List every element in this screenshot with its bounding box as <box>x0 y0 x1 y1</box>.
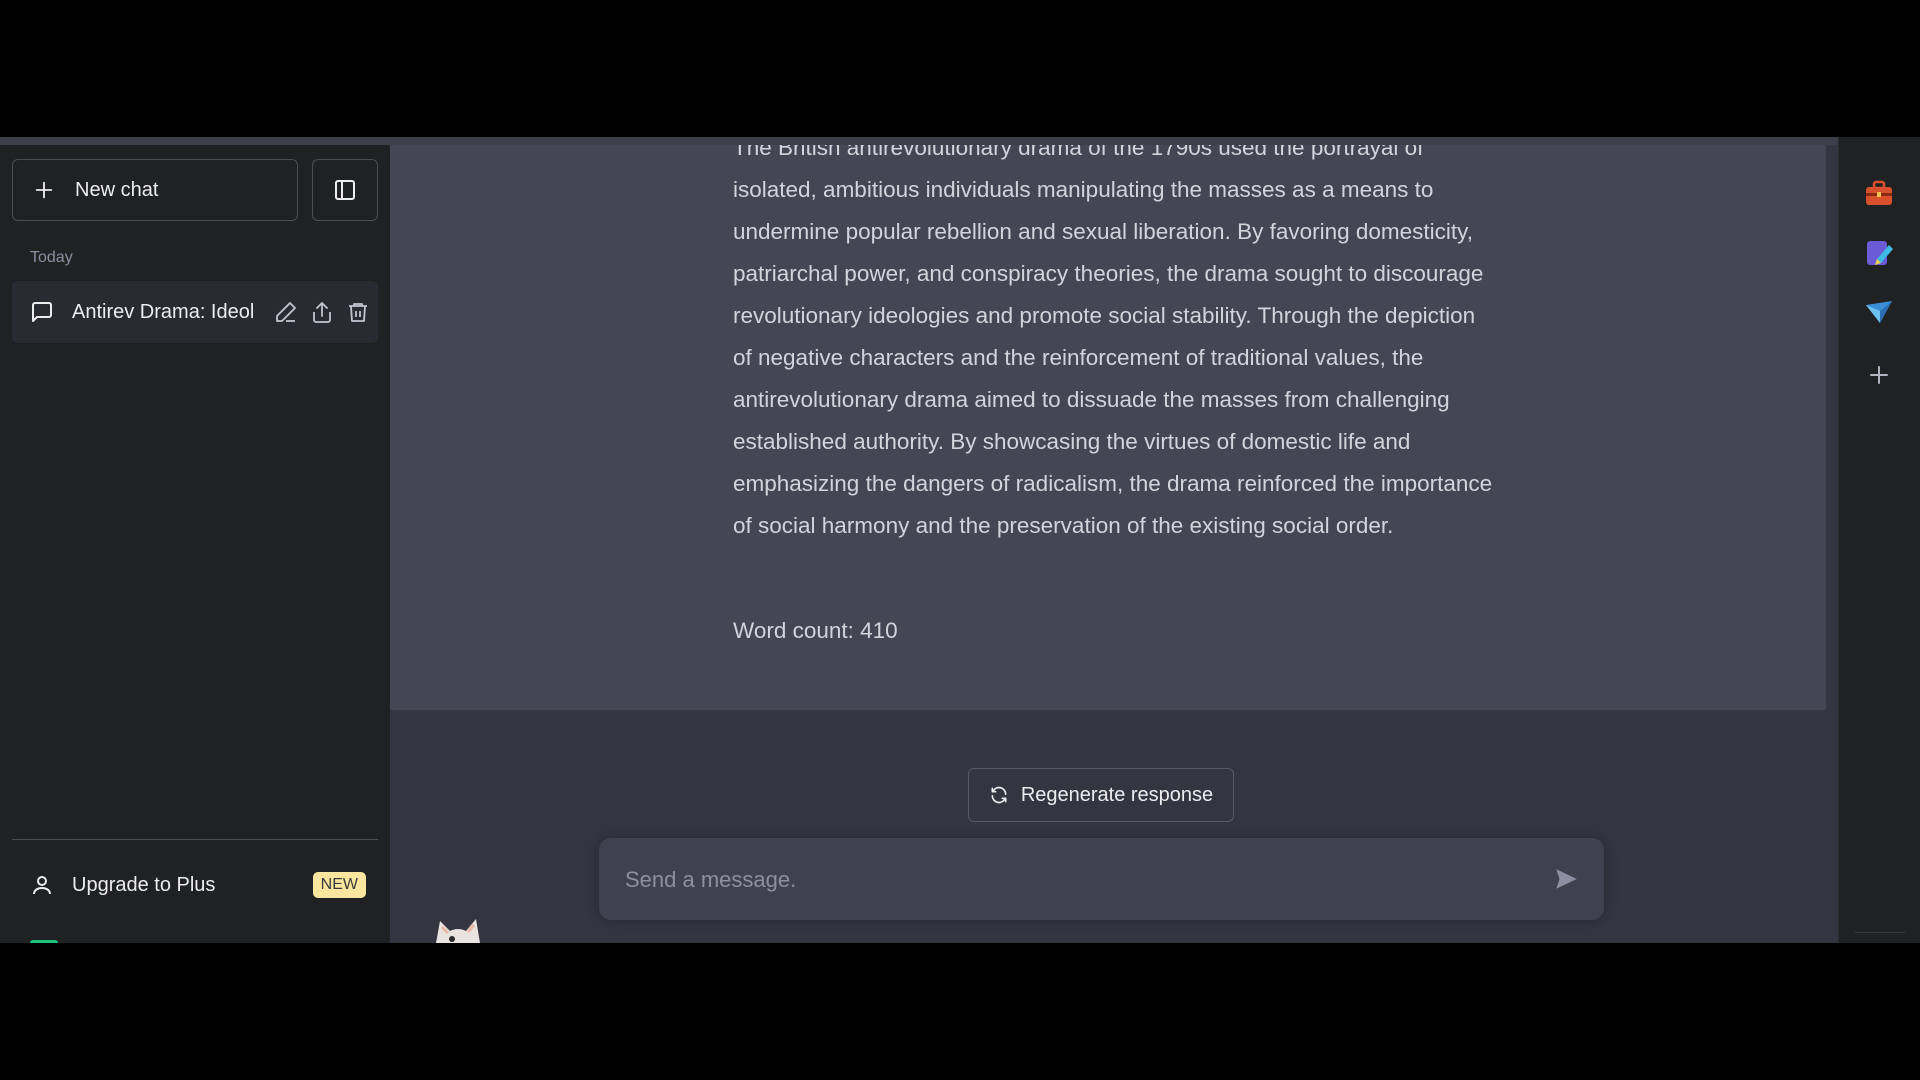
regenerate-response-button[interactable]: Regenerate response <box>968 768 1234 822</box>
sidebar-divider <box>12 839 378 840</box>
new-chat-button[interactable]: New chat <box>12 159 298 221</box>
avatar[interactable] <box>30 940 58 943</box>
assistant-message: The British antirevolutionary drama of t… <box>390 145 1826 710</box>
chat-history-item[interactable]: Antirev Drama: Ideol <box>12 281 378 343</box>
send-icon <box>1556 869 1577 889</box>
sidebar: New chat Today Antirev Drama: Ideol Upgr… <box>0 145 390 943</box>
message-icon <box>32 302 52 322</box>
upgrade-label: Upgrade to Plus <box>72 873 216 896</box>
plus-icon[interactable] <box>1863 359 1895 391</box>
share-icon[interactable] <box>310 300 334 324</box>
message-input[interactable] <box>623 838 1527 922</box>
trash-icon[interactable] <box>346 300 370 324</box>
word-count-text: Word count: 410 <box>733 618 898 643</box>
message-composer <box>599 838 1604 922</box>
edit-app-icon[interactable] <box>1863 237 1895 269</box>
app-window: New chat Today Antirev Drama: Ideol Upgr… <box>0 137 1920 943</box>
upgrade-to-plus-button[interactable]: Upgrade to Plus NEW <box>12 857 378 913</box>
assistant-message-text: The British antirevolutionary drama of t… <box>733 145 1493 538</box>
rail-divider <box>1855 932 1905 933</box>
cat-mascot-icon <box>436 919 480 943</box>
new-badge: NEW <box>312 872 366 898</box>
briefcase-icon[interactable] <box>1863 178 1895 210</box>
send-button[interactable] <box>1549 862 1583 896</box>
user-icon <box>33 876 51 895</box>
edit-pencil-icon[interactable] <box>274 300 298 324</box>
chat-main: The British antirevolutionary drama of t… <box>390 145 1838 943</box>
new-chat-label: New chat <box>75 178 159 201</box>
regenerate-label: Regenerate response <box>1020 783 1214 806</box>
toggle-sidebar-button[interactable] <box>312 159 378 221</box>
plus-icon <box>35 181 53 199</box>
sidebar-toggle-icon <box>335 180 355 200</box>
extension-rail <box>1838 137 1920 943</box>
window-top-edge <box>0 137 1838 145</box>
section-label-today: Today <box>30 249 73 266</box>
refresh-icon <box>991 786 1007 804</box>
chat-item-title: Antirev Drama: Ideol <box>72 300 255 323</box>
send-plane-icon[interactable] <box>1863 296 1895 328</box>
